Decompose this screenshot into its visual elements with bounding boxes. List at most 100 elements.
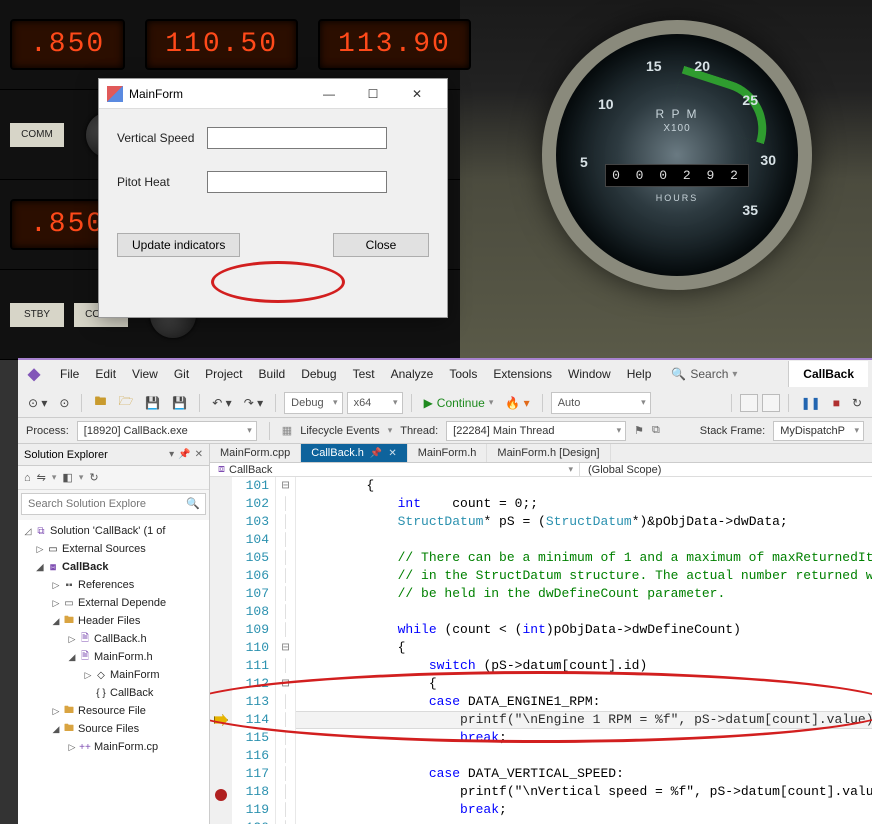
code-line[interactable] xyxy=(304,819,872,824)
fold-marker[interactable]: │ xyxy=(276,603,295,621)
pin-icon[interactable]: 📌 xyxy=(370,448,382,459)
fold-marker[interactable]: │ xyxy=(276,531,295,549)
breakpoint-icon[interactable] xyxy=(215,789,227,801)
code-line[interactable]: printf("\nVertical speed = %f", pS->datu… xyxy=(304,783,872,801)
code-line[interactable] xyxy=(304,747,872,765)
minimize-button[interactable]: — xyxy=(307,80,351,108)
open-file-icon[interactable]: 🗁 xyxy=(115,389,138,416)
code-line[interactable]: case DATA_VERTICAL_SPEED: xyxy=(304,765,872,783)
fold-marker[interactable]: │ xyxy=(276,747,295,765)
solution-explorer-search[interactable]: 🔍 xyxy=(21,493,206,517)
tab-mainform-h[interactable]: MainForm.h xyxy=(408,444,488,462)
tree-mainform-cpp[interactable]: MainForm.cp xyxy=(94,741,158,753)
fold-marker[interactable]: │ xyxy=(276,585,295,603)
code-line[interactable]: switch (pS->datum[count].id) xyxy=(304,657,872,675)
fold-marker[interactable]: ⊟ xyxy=(276,639,295,657)
pause-icon[interactable]: ❚❚ xyxy=(797,393,825,413)
code-line[interactable] xyxy=(304,603,872,621)
vs-menu-git[interactable]: Git xyxy=(166,363,197,385)
home-icon[interactable]: ⌂ xyxy=(24,472,31,484)
pin-icon[interactable]: 📌 xyxy=(178,449,190,460)
fold-marker[interactable]: │ xyxy=(276,513,295,531)
tree-source-files[interactable]: Source Files xyxy=(78,723,139,735)
sync-icon[interactable]: ⇋ xyxy=(37,471,46,484)
threads-icon[interactable]: ⧉ xyxy=(652,424,660,437)
fold-marker[interactable]: ⊟ xyxy=(276,477,295,495)
fold-marker[interactable]: │ xyxy=(276,729,295,747)
stop-icon[interactable]: ■ xyxy=(829,393,844,413)
nav-fwd-button[interactable]: ⊙ xyxy=(55,393,73,413)
vs-menu-tools[interactable]: Tools xyxy=(441,363,485,385)
code-area[interactable]: 1011021031041051061071081091101111121131… xyxy=(210,477,872,824)
solution-tree[interactable]: ◿⧉Solution 'CallBack' (1 of ▷▭External S… xyxy=(18,520,209,824)
context-project-combo[interactable]: ⧈ CallBack xyxy=(210,463,580,476)
tree-mainform-h[interactable]: MainForm.h xyxy=(94,651,153,663)
tree-external-sources[interactable]: External Sources xyxy=(62,543,146,555)
close-tab-icon[interactable]: ✕ xyxy=(388,448,396,459)
fold-marker[interactable]: │ xyxy=(276,711,295,729)
pitot-heat-input[interactable] xyxy=(207,171,387,193)
code-line[interactable]: StructDatum* pS = (StructDatum*)&pObjDat… xyxy=(304,513,872,531)
tree-header-files[interactable]: Header Files xyxy=(78,615,140,627)
debug-target-combo[interactable]: Auto xyxy=(551,392,651,414)
vs-menu-window[interactable]: Window xyxy=(560,363,619,385)
code-line[interactable]: // in the StructDatum structure. The act… xyxy=(304,567,872,585)
platform-combo[interactable]: x64 xyxy=(347,392,403,414)
save-icon[interactable]: 💾 xyxy=(141,393,164,413)
thread-combo[interactable]: [22284] Main Thread xyxy=(446,421,626,441)
new-project-icon[interactable]: 🖿 xyxy=(90,389,110,416)
tab-callback-h[interactable]: CallBack.h📌✕ xyxy=(301,444,407,462)
vs-menu-test[interactable]: Test xyxy=(345,363,383,385)
tab-mainform-h-design[interactable]: MainForm.h [Design] xyxy=(487,444,610,462)
vertical-speed-input[interactable] xyxy=(207,127,387,149)
toolbar-icon-2[interactable] xyxy=(762,394,780,412)
fold-marker[interactable]: │ xyxy=(276,495,295,513)
nav-back-button[interactable]: ⊙ ▾ xyxy=(24,393,51,413)
fold-marker[interactable]: │ xyxy=(276,819,295,824)
code-line[interactable]: // There can be a minimum of 1 and a max… xyxy=(304,549,872,567)
flag-icon[interactable]: ⚑ xyxy=(634,424,644,437)
vs-menu-analyze[interactable]: Analyze xyxy=(383,363,442,385)
tree-mainform-node[interactable]: MainForm xyxy=(110,669,160,681)
fold-marker[interactable]: │ xyxy=(276,765,295,783)
tab-mainform-cpp[interactable]: MainForm.cpp xyxy=(210,444,301,462)
context-scope-combo[interactable]: (Global Scope) xyxy=(580,463,872,476)
fold-gutter[interactable]: ⊟││││││││⊟│⊟││││││││ xyxy=(276,477,296,824)
code-line[interactable]: break; xyxy=(304,801,872,819)
tree-resource-files[interactable]: Resource File xyxy=(78,705,146,717)
continue-button[interactable]: ▶ Continue ▾ xyxy=(420,393,498,413)
fold-marker[interactable]: ⊟ xyxy=(276,675,295,693)
vs-menu-edit[interactable]: Edit xyxy=(87,363,124,385)
vs-search[interactable]: 🔍 Search ▾ xyxy=(671,367,737,381)
undo-button[interactable]: ↶ ▾ xyxy=(208,393,235,413)
code-line[interactable]: int count = 0;; xyxy=(304,495,872,513)
code-line[interactable]: // be held in the dwDefineCount paramete… xyxy=(304,585,872,603)
toolbar-icon-1[interactable] xyxy=(740,394,758,412)
fold-marker[interactable]: │ xyxy=(276,657,295,675)
vs-menu-help[interactable]: Help xyxy=(619,363,660,385)
redo-button[interactable]: ↷ ▾ xyxy=(240,393,267,413)
code-body[interactable]: { int count = 0;; StructDatum* pS = (Str… xyxy=(296,477,872,824)
hot-reload-icon[interactable]: 🔥 ▾ xyxy=(501,393,533,413)
code-line[interactable] xyxy=(304,531,872,549)
close-button[interactable]: Close xyxy=(333,233,429,257)
vs-menu-file[interactable]: File xyxy=(52,363,87,385)
fold-marker[interactable]: │ xyxy=(276,549,295,567)
fold-marker[interactable]: │ xyxy=(276,621,295,639)
tree-callback-h[interactable]: CallBack.h xyxy=(94,633,147,645)
vs-menu-project[interactable]: Project xyxy=(197,363,250,385)
config-combo[interactable]: Debug xyxy=(284,392,342,414)
solution-explorer-search-input[interactable] xyxy=(21,493,206,515)
tree-external-deps[interactable]: External Depende xyxy=(78,597,166,609)
switch-views-icon[interactable]: ◧ xyxy=(62,471,72,484)
code-line[interactable]: { xyxy=(304,639,872,657)
code-line[interactable]: { xyxy=(304,675,872,693)
vs-solution-name-tab[interactable]: CallBack xyxy=(788,361,868,387)
code-line[interactable]: case DATA_ENGINE1_RPM: xyxy=(304,693,872,711)
fold-marker[interactable]: │ xyxy=(276,783,295,801)
restart-icon[interactable]: ↻ xyxy=(848,393,866,413)
code-line[interactable]: { xyxy=(304,477,872,495)
maximize-button[interactable]: ☐ xyxy=(351,80,395,108)
tree-project-callback[interactable]: CallBack xyxy=(62,561,108,573)
dropdown-icon[interactable]: ▾ xyxy=(169,449,174,460)
